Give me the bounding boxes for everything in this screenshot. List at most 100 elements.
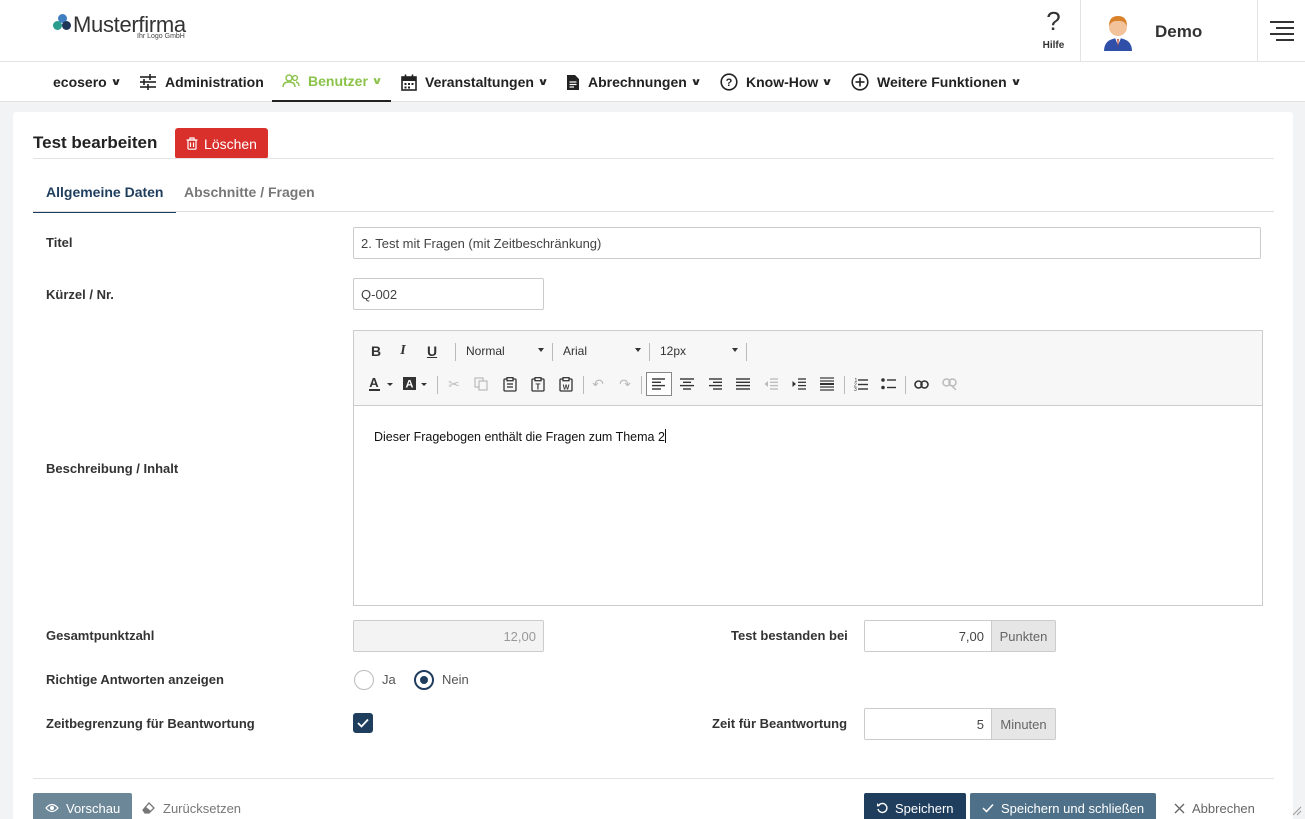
radio-yes-label[interactable]: Ja bbox=[382, 672, 396, 687]
format-select-value: Normal bbox=[466, 344, 505, 358]
toolbar-separator bbox=[641, 376, 642, 394]
svg-text:3: 3 bbox=[854, 387, 857, 391]
paste-word-icon[interactable]: W bbox=[554, 372, 578, 396]
format-select[interactable]: Normal bbox=[466, 339, 544, 363]
indent-icon[interactable] bbox=[787, 372, 811, 396]
tab-underline bbox=[33, 211, 1274, 212]
tab-abschnitte-fragen[interactable]: Abschnitte / Fragen bbox=[171, 174, 328, 213]
title-input[interactable]: 2. Test mit Fragen (mit Zeitbeschränkung… bbox=[353, 227, 1261, 259]
plus-circle-icon bbox=[851, 73, 869, 91]
rich-text-editor: B I U Normal Arial 12px A A ✂ T W ↶ ↷ 1 … bbox=[353, 330, 1263, 606]
outdent-icon[interactable] bbox=[759, 372, 783, 396]
paste-text-icon[interactable]: T bbox=[526, 372, 550, 396]
pass-threshold-input[interactable]: 7,00 bbox=[864, 620, 992, 652]
paste-icon[interactable] bbox=[498, 372, 522, 396]
size-select-value: 12px bbox=[660, 344, 687, 358]
unlink-icon[interactable] bbox=[937, 372, 961, 396]
nav-ecosero[interactable]: ecosero ∨ bbox=[53, 62, 121, 102]
description-label: Beschreibung / Inhalt bbox=[46, 461, 179, 476]
background-color-icon[interactable]: A bbox=[401, 372, 431, 396]
undo-icon[interactable]: ↶ bbox=[586, 372, 610, 396]
resize-handle-icon[interactable] bbox=[1292, 806, 1302, 816]
code-input[interactable]: Q-002 bbox=[353, 278, 544, 310]
time-limit-checkbox[interactable] bbox=[353, 713, 373, 733]
text-color-icon[interactable]: A bbox=[366, 372, 396, 396]
user-name: Demo bbox=[1155, 22, 1203, 41]
delete-label: Löschen bbox=[204, 135, 257, 152]
redo-icon[interactable]: ↷ bbox=[613, 372, 637, 396]
document-icon bbox=[566, 74, 580, 91]
users-icon bbox=[282, 74, 300, 88]
logo-mark bbox=[53, 14, 73, 32]
tab-allgemeine-daten[interactable]: Allgemeine Daten bbox=[33, 174, 177, 213]
reset-button[interactable]: Zurücksetzen bbox=[138, 793, 245, 819]
align-justify-icon[interactable] bbox=[731, 372, 755, 396]
nav-benutzer[interactable]: Benutzer ∨ bbox=[272, 62, 392, 102]
dropdown-arrow-icon bbox=[538, 348, 544, 352]
align-left-icon[interactable] bbox=[646, 372, 672, 396]
underline-icon[interactable]: U bbox=[420, 339, 444, 363]
nav-weitere-funktionen-label: Weitere Funktionen bbox=[877, 74, 1007, 90]
eraser-icon bbox=[142, 802, 155, 814]
font-select[interactable]: Arial bbox=[563, 339, 641, 363]
font-select-value: Arial bbox=[563, 344, 588, 358]
radio-no[interactable] bbox=[414, 670, 434, 690]
bullet-list-icon[interactable] bbox=[876, 372, 900, 396]
nav-know-how[interactable]: ? Know-How ∨ bbox=[720, 62, 834, 102]
show-answers-label: Richtige Antworten anzeigen bbox=[46, 672, 224, 687]
svg-text:W: W bbox=[563, 384, 570, 391]
answer-time-unit-addon: Minuten bbox=[992, 708, 1056, 740]
cancel-label: Abbrechen bbox=[1192, 800, 1255, 816]
toolbar-separator bbox=[649, 343, 650, 361]
save-and-close-button[interactable]: Speichern und schließen bbox=[970, 793, 1157, 819]
eye-icon bbox=[45, 803, 59, 813]
toolbar-separator bbox=[455, 343, 456, 361]
close-icon bbox=[1174, 803, 1185, 813]
reset-label: Zurücksetzen bbox=[163, 800, 242, 816]
toolbar-separator bbox=[746, 343, 747, 361]
logo-subtitle: Ihr Logo GmbH bbox=[137, 33, 185, 40]
nav-abrechnungen[interactable]: Abrechnungen ∨ bbox=[566, 62, 702, 102]
horizontal-rule-icon[interactable] bbox=[815, 372, 839, 396]
italic-icon[interactable]: I bbox=[391, 339, 415, 363]
svg-text:A: A bbox=[406, 379, 414, 391]
nav-administration-label: Administration bbox=[165, 74, 264, 90]
nav-veranstaltungen[interactable]: Veranstaltungen ∨ bbox=[401, 62, 549, 102]
user-menu[interactable]: Demo bbox=[1082, 0, 1258, 62]
align-right-icon[interactable] bbox=[703, 372, 727, 396]
nav-administration[interactable]: Administration bbox=[139, 62, 264, 102]
help-button[interactable]: ? Hilfe bbox=[1027, 0, 1081, 62]
nav-abrechnungen-label: Abrechnungen bbox=[588, 74, 687, 90]
nav-weitere-funktionen[interactable]: Weitere Funktionen ∨ bbox=[851, 62, 1021, 102]
editor-text: Dieser Fragebogen enthält die Fragen zum… bbox=[374, 430, 665, 444]
preview-label: Vorschau bbox=[66, 800, 121, 816]
copy-icon[interactable] bbox=[469, 372, 493, 396]
main-menu-icon[interactable] bbox=[1270, 19, 1294, 41]
bold-icon[interactable]: B bbox=[364, 339, 388, 363]
radio-yes[interactable] bbox=[354, 670, 374, 690]
top-header: Musterfirma Ihr Logo GmbH ? Hilfe Demo bbox=[0, 0, 1305, 62]
chevron-down-icon: ∨ bbox=[821, 76, 834, 88]
nav-veranstaltungen-label: Veranstaltungen bbox=[425, 74, 534, 90]
save-label: Speichern bbox=[895, 800, 954, 816]
link-icon[interactable] bbox=[909, 372, 933, 396]
chevron-down-icon: ∨ bbox=[537, 76, 549, 88]
svg-text:?: ? bbox=[726, 77, 733, 89]
save-button[interactable]: Speichern bbox=[864, 793, 966, 819]
size-select[interactable]: 12px bbox=[660, 339, 738, 363]
answer-time-input[interactable]: 5 bbox=[864, 708, 992, 740]
calendar-icon bbox=[401, 74, 417, 91]
delete-button[interactable]: Löschen bbox=[175, 128, 268, 159]
chevron-down-icon: ∨ bbox=[371, 75, 383, 87]
radio-no-label[interactable]: Nein bbox=[442, 672, 469, 687]
cancel-button[interactable]: Abbrechen bbox=[1170, 793, 1259, 819]
align-center-icon[interactable] bbox=[675, 372, 699, 396]
editor-content[interactable]: Dieser Fragebogen enthält die Fragen zum… bbox=[374, 429, 666, 444]
preview-button[interactable]: Vorschau bbox=[33, 793, 133, 819]
cut-icon[interactable]: ✂ bbox=[442, 372, 466, 396]
ordered-list-icon[interactable]: 123 bbox=[848, 372, 872, 396]
toolbar-separator bbox=[844, 376, 845, 394]
toolbar-separator bbox=[437, 376, 438, 394]
page-title: Test bearbeiten bbox=[33, 133, 158, 152]
check-icon bbox=[357, 718, 369, 728]
